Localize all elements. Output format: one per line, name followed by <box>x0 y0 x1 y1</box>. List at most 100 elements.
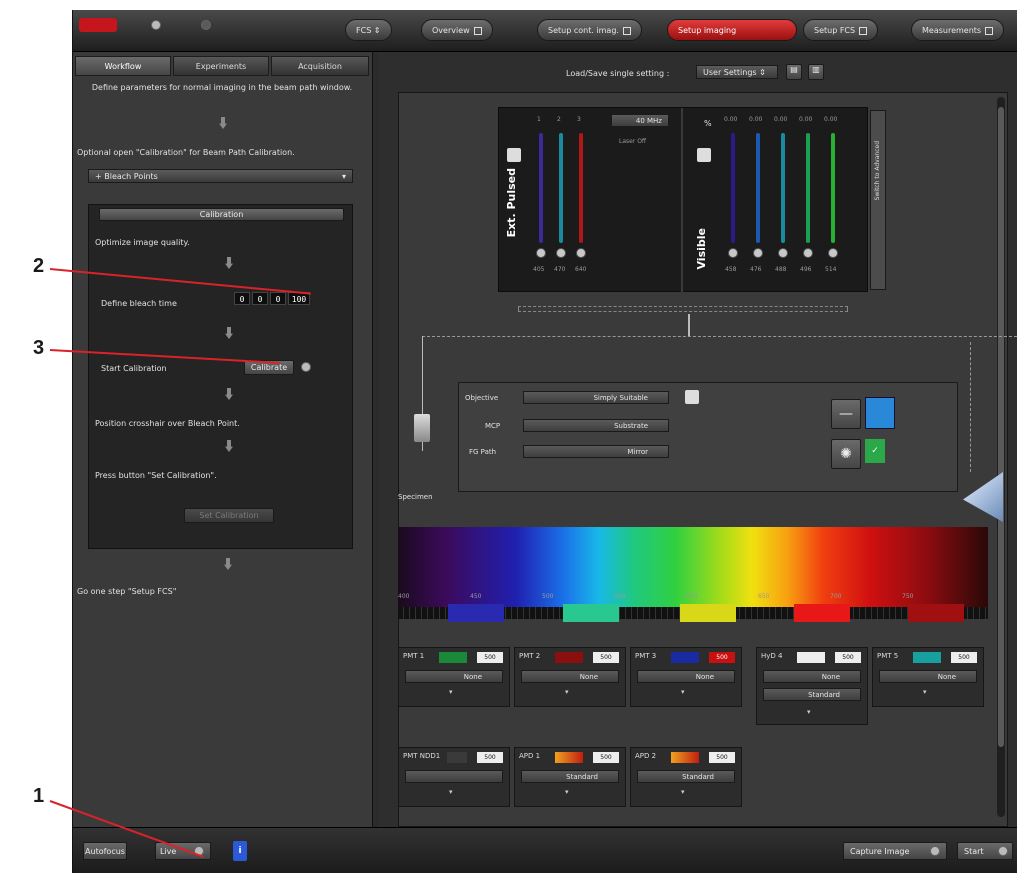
slider-knob[interactable] <box>576 248 586 258</box>
laser-slider-496[interactable] <box>806 133 810 243</box>
detector-color-swatch[interactable] <box>797 652 825 663</box>
laser-value: 0.00 <box>799 116 813 123</box>
detector-select[interactable]: None <box>521 670 619 683</box>
detector-color-swatch[interactable] <box>555 652 583 663</box>
chevron-down-icon[interactable]: ▾ <box>923 688 927 696</box>
detector-select[interactable]: Standard <box>521 770 619 783</box>
objective-select[interactable]: Simply Suitable <box>523 391 669 404</box>
detection-band-2[interactable] <box>563 604 619 622</box>
slider-knob[interactable] <box>778 248 788 258</box>
laser-toggle-icon[interactable] <box>507 148 521 162</box>
fg-path-select[interactable]: Mirror <box>523 445 669 458</box>
detector-pmt-ndd1: PMT NDD1 500 ▾ <box>398 747 510 807</box>
laser-slider-640[interactable] <box>579 133 583 243</box>
tab-acquisition[interactable]: Acquisition <box>271 56 369 76</box>
tab-setup-cont-imag[interactable]: Setup cont. imag. <box>537 19 642 41</box>
detector-color-swatch[interactable] <box>671 752 699 763</box>
set-calibration-button[interactable]: Set Calibration <box>184 508 274 523</box>
slider-knob[interactable] <box>728 248 738 258</box>
detector-color-swatch[interactable] <box>439 652 467 663</box>
tab-setup-fcs[interactable]: Setup FCS <box>803 19 879 41</box>
chevron-down-icon[interactable]: ▾ <box>565 688 569 696</box>
detector-color-swatch[interactable] <box>447 752 467 763</box>
scrollbar-thumb[interactable] <box>998 107 1004 747</box>
detector-gain[interactable]: 500 <box>477 752 503 763</box>
laser-toggle-icon[interactable] <box>697 148 711 162</box>
detector-select[interactable] <box>405 770 503 783</box>
autofocus-button[interactable]: Autofocus <box>83 842 127 860</box>
mcp-select[interactable]: Substrate <box>523 419 669 432</box>
start-button[interactable]: Start <box>957 842 1013 860</box>
detector-select[interactable]: None <box>879 670 977 683</box>
minus-icon[interactable]: — <box>831 399 861 429</box>
load-save-select[interactable]: User Settings ⇕ <box>696 65 778 79</box>
bleach-digit[interactable]: 0 <box>234 292 250 305</box>
chevron-down-icon[interactable]: ▾ <box>681 688 685 696</box>
bleach-points-dropdown[interactable]: + Bleach Points ▾ <box>88 169 353 183</box>
laser-slider-488[interactable] <box>781 133 785 243</box>
status-knob-icon[interactable] <box>151 20 161 30</box>
bleach-time-input[interactable]: 0 0 0 100 <box>234 292 310 305</box>
save-icon[interactable]: ▤ <box>786 64 802 80</box>
delete-icon[interactable]: ▥ <box>808 64 824 80</box>
check-icon[interactable]: ✓ <box>865 439 885 463</box>
load-save-label: Load/Save single setting : <box>566 69 670 78</box>
laser-control-box: Ext. Pulsed 1 2 3 40 MHz Laser Off 405 4… <box>498 107 868 293</box>
detector-color-swatch[interactable] <box>555 752 583 763</box>
slider-knob[interactable] <box>828 248 838 258</box>
tab-setup-imaging-label: Setup imaging <box>678 26 737 35</box>
settings-icon[interactable] <box>685 390 699 404</box>
detector-gain[interactable]: 500 <box>709 652 735 663</box>
detector-select[interactable]: None <box>763 670 861 683</box>
fcs-mode-selector[interactable]: FCS ⇕ <box>345 19 392 41</box>
switch-advanced-button[interactable]: Switch to Advanced <box>870 110 886 290</box>
calibrate-toggle-icon[interactable] <box>301 362 311 372</box>
chevron-down-icon[interactable]: ▾ <box>449 688 453 696</box>
detector-color-swatch[interactable] <box>913 652 941 663</box>
detection-band-4[interactable] <box>794 604 850 622</box>
detector-gain[interactable]: 500 <box>477 652 503 663</box>
laser-slider-458[interactable] <box>731 133 735 243</box>
transmitted-light-icon[interactable] <box>865 397 895 429</box>
slider-knob[interactable] <box>536 248 546 258</box>
laser-slider-405[interactable] <box>539 133 543 243</box>
detector-gain[interactable]: 500 <box>593 652 619 663</box>
capture-image-button[interactable]: Capture Image <box>843 842 947 860</box>
calibration-header[interactable]: Calibration <box>99 208 344 221</box>
tab-experiments[interactable]: Experiments <box>173 56 269 76</box>
detection-band-3[interactable] <box>680 604 736 622</box>
detector-gain[interactable]: 500 <box>835 652 861 663</box>
tab-workflow[interactable]: Workflow <box>75 56 171 76</box>
slider-knob[interactable] <box>753 248 763 258</box>
detector-color-swatch[interactable] <box>671 652 699 663</box>
laser-slider-476[interactable] <box>756 133 760 243</box>
chevron-down-icon[interactable]: ▾ <box>449 788 453 796</box>
detection-band-5[interactable] <box>908 604 964 622</box>
tab-measurements[interactable]: Measurements <box>911 19 1005 41</box>
chevron-down-icon[interactable]: ▾ <box>681 788 685 796</box>
detector-select[interactable]: None <box>405 670 503 683</box>
detector-gain[interactable]: 500 <box>709 752 735 763</box>
objective-label: Objective <box>465 394 499 402</box>
power-icon[interactable] <box>201 20 211 30</box>
detector-mode-select[interactable]: Standard <box>763 688 861 701</box>
bleach-digit[interactable]: 0 <box>252 292 268 305</box>
bleach-digit[interactable]: 0 <box>270 292 286 305</box>
laser-rate-select[interactable]: 40 MHz <box>611 114 669 127</box>
detector-gain[interactable]: 500 <box>951 652 977 663</box>
slider-knob[interactable] <box>803 248 813 258</box>
chevron-down-icon[interactable]: ▾ <box>565 788 569 796</box>
detector-gain[interactable]: 500 <box>593 752 619 763</box>
laser-slider-514[interactable] <box>831 133 835 243</box>
laser-slider-470[interactable] <box>559 133 563 243</box>
light-source-icon[interactable]: ✺ <box>831 439 861 469</box>
chevron-down-icon[interactable]: ▾ <box>807 708 811 716</box>
detector-select[interactable]: Standard <box>637 770 735 783</box>
info-icon[interactable]: i <box>233 841 247 861</box>
detection-band-1[interactable] <box>448 604 504 622</box>
slider-knob[interactable] <box>556 248 566 258</box>
percent-label: % <box>704 119 712 128</box>
detector-select[interactable]: None <box>637 670 735 683</box>
tab-overview[interactable]: Overview <box>421 19 493 41</box>
tab-setup-imaging[interactable]: Setup imaging <box>667 19 797 41</box>
